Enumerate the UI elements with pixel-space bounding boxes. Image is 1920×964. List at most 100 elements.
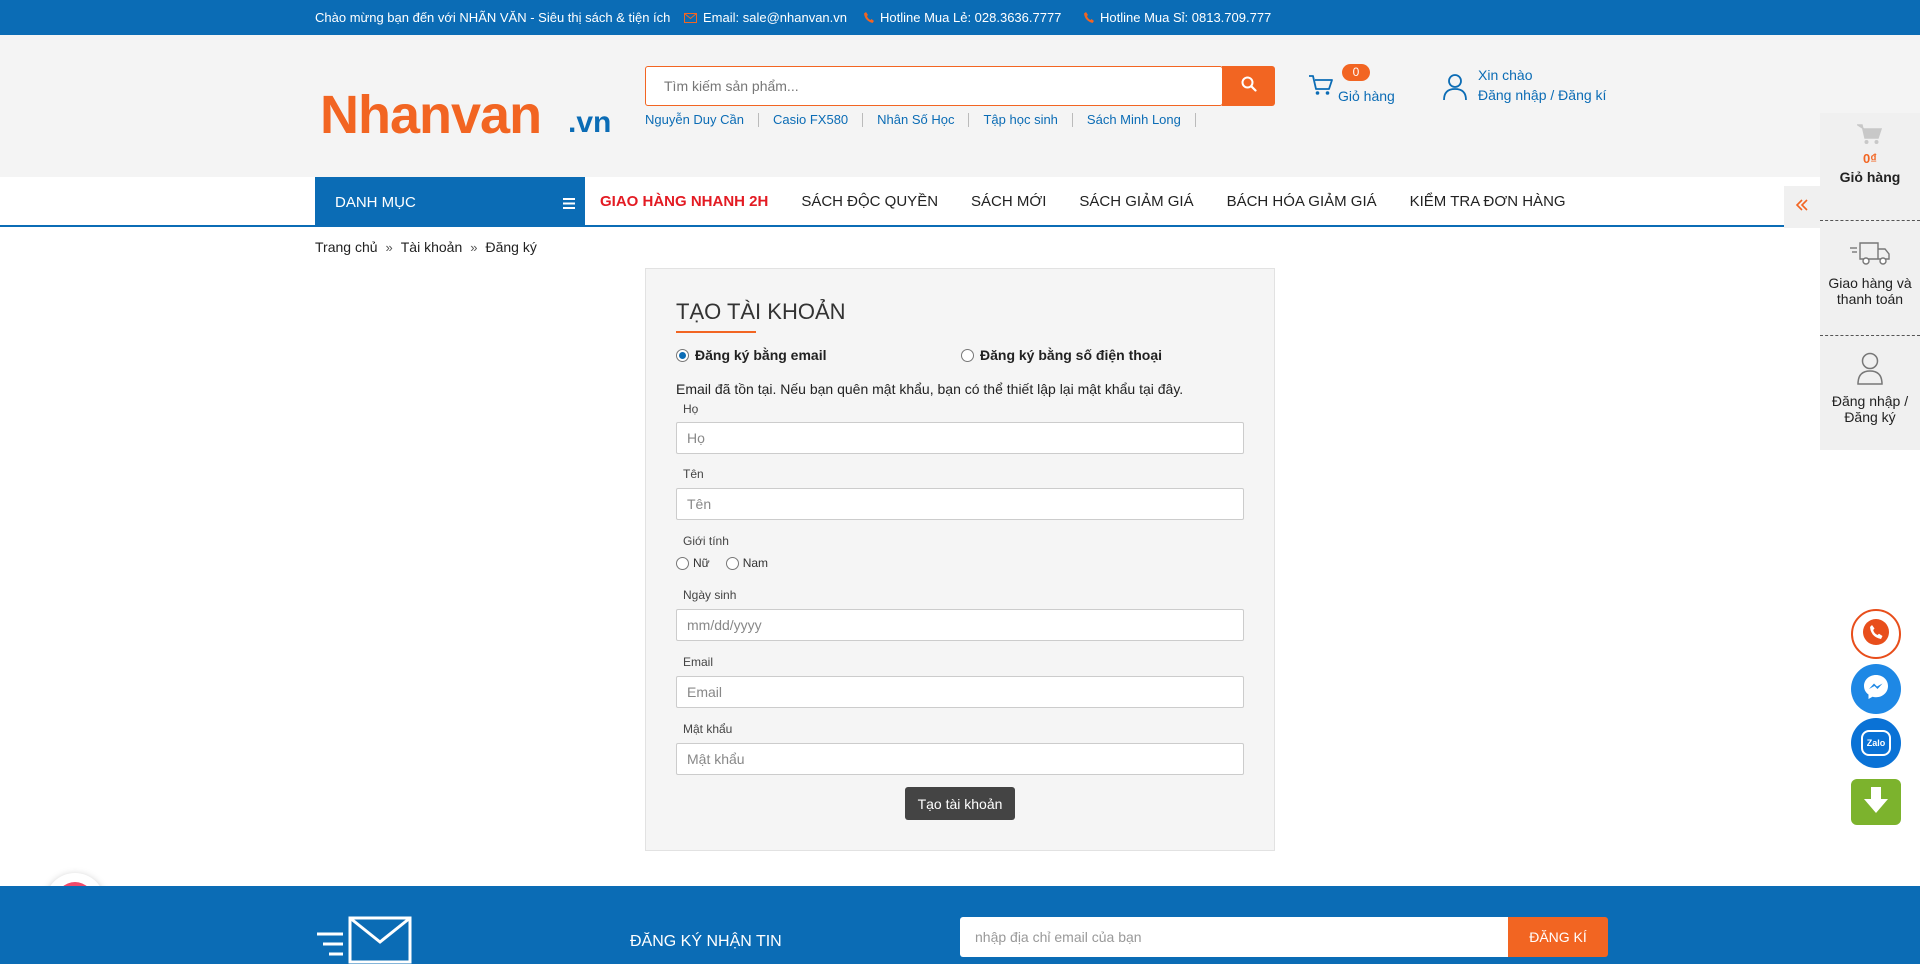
radio-email[interactable] xyxy=(676,348,689,362)
login-register-link[interactable]: Đăng nhập / Đăng kí xyxy=(1478,87,1606,103)
last-name-label: Họ xyxy=(683,402,699,416)
nav-item-discount-grocery[interactable]: BÁCH HÓA GIẢM GIÁ xyxy=(1227,193,1377,210)
email-field[interactable]: Email xyxy=(676,676,1244,708)
form-title: TẠO TÀI KHOẢN xyxy=(676,299,846,324)
chevron-right-icon: » xyxy=(470,239,478,255)
search-button[interactable] xyxy=(1222,66,1275,106)
newsletter-footer: ĐĂNG KÝ NHẬN TIN nhập địa chỉ email của … xyxy=(0,886,1920,964)
cart-icon xyxy=(1820,123,1920,147)
newsletter-subscribe-button[interactable]: ĐĂNG KÍ xyxy=(1508,917,1608,957)
call-button[interactable] xyxy=(1851,609,1901,659)
hotline-wholesale[interactable]: Hotline Mua Sỉ: 0813.709.777 xyxy=(1084,10,1271,25)
zalo-button[interactable]: Zalo xyxy=(1851,718,1901,768)
download-app-button[interactable] xyxy=(1851,779,1901,825)
quick-link[interactable]: Casio FX580 xyxy=(773,113,864,127)
cart-icon xyxy=(1308,74,1334,101)
breadcrumb: Trang chủ » Tài khoản » Đăng ký xyxy=(315,239,537,255)
error-notice: Email đã tồn tại. Nếu bạn quên mật khẩu,… xyxy=(676,381,1184,397)
sidebar-login-line1: Đăng nhập / xyxy=(1831,393,1909,409)
phone-icon xyxy=(864,12,874,23)
header-cart[interactable]: 0 Giỏ hàng xyxy=(1308,62,1408,112)
top-bar: Chào mừng bạn đến với NHÃN VĂN - Siêu th… xyxy=(0,0,1920,35)
nav-item-fast-delivery[interactable]: GIAO HÀNG NHANH 2H xyxy=(600,193,768,210)
sidebar-shipping-line1: Giao hàng và xyxy=(1828,275,1912,291)
last-name-placeholder: Họ xyxy=(687,430,705,446)
dob-field[interactable]: mm/dd/yyyy xyxy=(676,609,1244,641)
zalo-icon: Zalo xyxy=(1861,730,1891,756)
search-icon xyxy=(1241,76,1257,97)
search-input[interactable]: Tìm kiếm sản phẩm... xyxy=(645,66,1223,106)
nav-item-discount-books[interactable]: SÁCH GIẢM GIÁ xyxy=(1079,193,1193,210)
hotline-retail[interactable]: Hotline Mua Lẻ: 028.3636.7777 xyxy=(864,10,1061,25)
nav-item-exclusive-books[interactable]: SÁCH ĐỘC QUYỀN xyxy=(801,193,938,210)
nav-item-new-books[interactable]: SÁCH MỚI xyxy=(971,193,1046,210)
sidebar-cart[interactable]: 0₫ Giỏ hàng xyxy=(1820,123,1920,185)
category-label: DANH MỤC xyxy=(335,193,416,211)
main-nav: DANH MỤC GIAO HÀNG NHANH 2H SÁCH ĐỘC QUY… xyxy=(0,177,1920,227)
divider xyxy=(1820,335,1920,336)
category-menu-button[interactable]: DANH MỤC xyxy=(315,177,585,227)
site-logo[interactable]: Nhanvan .vn xyxy=(315,72,615,145)
gender-options: Nữ Nam xyxy=(676,556,768,570)
quick-link[interactable]: Sách Minh Long xyxy=(1087,113,1196,127)
newsletter-title: ĐĂNG KÝ NHẬN TIN xyxy=(630,933,782,950)
radio-male[interactable] xyxy=(725,556,739,570)
register-by-phone-label: Đăng ký bằng số điện thoại xyxy=(980,347,1163,363)
chevron-right-icon: » xyxy=(385,239,393,255)
last-name-field[interactable]: Họ xyxy=(676,422,1244,454)
download-icon xyxy=(1862,785,1890,820)
nav-item-order-check[interactable]: KIỂM TRA ĐƠN HÀNG xyxy=(1410,193,1566,210)
hotline-wholesale-label: Hotline Mua Sỉ: 0813.709.777 xyxy=(1100,10,1272,25)
quick-link[interactable]: Nhân Số Học xyxy=(877,113,970,127)
radio-female[interactable] xyxy=(676,556,689,570)
first-name-placeholder: Tên xyxy=(687,496,712,512)
sidebar-cart-amount: 0₫ xyxy=(1863,151,1877,166)
title-underline xyxy=(676,331,756,333)
newsletter-email-input[interactable]: nhập địa chỉ email của bạn xyxy=(960,917,1508,957)
quick-link[interactable]: Tập học sinh xyxy=(983,113,1073,127)
radio-phone[interactable] xyxy=(961,348,974,362)
envelope-icon xyxy=(315,916,413,964)
sidebar-toggle[interactable] xyxy=(1784,186,1820,228)
hotline-retail-label: Hotline Mua Lẻ: 028.3636.7777 xyxy=(880,10,1062,25)
quick-link[interactable]: Nguyễn Duy Cần xyxy=(645,113,759,127)
register-form: TẠO TÀI KHOẢN Đăng ký bằng email Đăng ký… xyxy=(645,268,1275,851)
password-placeholder: Mật khẩu xyxy=(687,751,745,767)
user-icon xyxy=(1820,351,1920,387)
greeting-label: Xin chào xyxy=(1478,67,1533,83)
welcome-text: Chào mừng bạn đến với NHÃN VĂN - Siêu th… xyxy=(315,10,670,25)
first-name-field[interactable]: Tên xyxy=(676,488,1244,520)
gender-female-label: Nữ xyxy=(693,556,710,570)
gender-label: Giới tính xyxy=(683,534,729,548)
sidebar-shipping-line2: thanh toán xyxy=(1836,291,1904,307)
dob-label: Ngày sinh xyxy=(683,588,737,602)
quick-links: Nguyễn Duy Cần Casio FX580 Nhân Số Học T… xyxy=(645,113,1210,127)
sidebar-shipping[interactable]: Giao hàng và thanh toán xyxy=(1820,239,1920,307)
site-header xyxy=(0,35,1920,177)
email-label: Email xyxy=(683,655,714,669)
email-label: Email: sale@nhanvan.vn xyxy=(703,10,847,25)
cart-count-badge: 0 xyxy=(1342,64,1370,81)
email-placeholder: Email xyxy=(687,684,723,700)
phone-icon xyxy=(1084,12,1094,23)
cart-label: Giỏ hàng xyxy=(1338,88,1395,104)
register-by-email-option[interactable]: Đăng ký bằng email xyxy=(676,347,826,363)
register-by-phone-option[interactable]: Đăng ký bằng số điện thoại xyxy=(961,347,1162,363)
messenger-button[interactable] xyxy=(1851,664,1901,714)
phone-icon xyxy=(1861,617,1891,652)
logo-main-text: Nhanvan xyxy=(320,85,542,145)
logo-suffix-text: .vn xyxy=(568,106,612,139)
search-placeholder: Tìm kiếm sản phẩm... xyxy=(664,78,799,94)
welcome-label: Chào mừng bạn đến với NHÃN VĂN - Siêu th… xyxy=(315,10,671,25)
dob-placeholder: mm/dd/yyyy xyxy=(687,617,762,633)
breadcrumb-account[interactable]: Tài khoản xyxy=(401,239,462,255)
sidebar-login-line2: Đăng ký xyxy=(1844,409,1896,425)
hamburger-icon xyxy=(563,196,575,213)
mail-icon xyxy=(684,12,697,23)
breadcrumb-home[interactable]: Trang chủ xyxy=(315,239,378,255)
email-contact[interactable]: Email: sale@nhanvan.vn xyxy=(684,10,847,25)
password-field[interactable]: Mật khẩu xyxy=(676,743,1244,775)
create-account-button[interactable]: Tạo tài khoản xyxy=(905,787,1015,820)
sidebar-login[interactable]: Đăng nhập / Đăng ký xyxy=(1820,351,1920,425)
user-icon xyxy=(1443,73,1467,106)
